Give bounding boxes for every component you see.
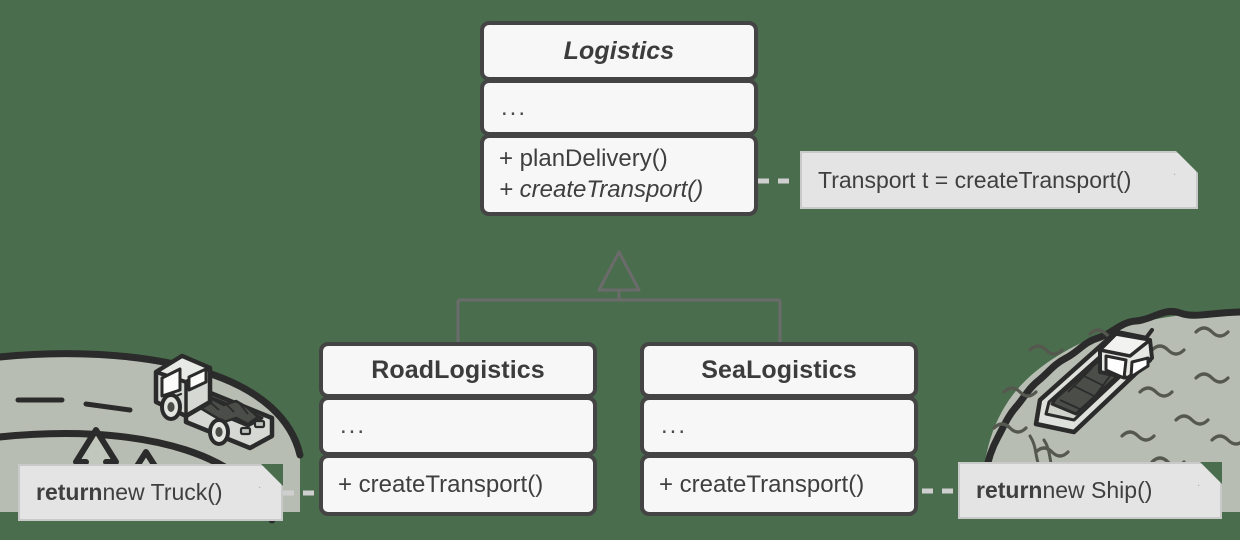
class-box-logistics[interactable]: Logistics ... + planDelivery() + createT… (480, 21, 758, 216)
class-name-label: Logistics (563, 36, 675, 65)
note-transport[interactable]: Transport t = createTransport() (800, 151, 1198, 209)
note-ship[interactable]: return new Ship() (958, 462, 1222, 519)
class-box-road-logistics[interactable]: RoadLogistics ... + createTransport() (319, 342, 597, 516)
class-operations-road-logistics: + createTransport() (319, 454, 597, 516)
class-name-label: SeaLogistics (701, 355, 857, 384)
class-operations-sea-logistics: + createTransport() (640, 454, 918, 516)
note-keyword-return: return (976, 477, 1043, 503)
operation-create-transport: + createTransport() (338, 470, 544, 498)
class-name-road-logistics: RoadLogistics (319, 342, 597, 398)
class-name-logistics: Logistics (480, 21, 758, 81)
operation-create-transport: + createTransport() (659, 470, 865, 498)
class-box-sea-logistics[interactable]: SeaLogistics ... + createTransport() (640, 342, 918, 516)
generalization-connectors (456, 250, 782, 342)
operation-create-transport: + createTransport() (499, 176, 704, 203)
note-text: new Ship() (1042, 477, 1153, 503)
class-attributes-logistics: ... (480, 79, 758, 136)
class-name-sea-logistics: SeaLogistics (640, 342, 918, 398)
uml-diagram-canvas: Logistics ... + planDelivery() + createT… (0, 0, 1240, 540)
attributes-label: ... (661, 412, 688, 439)
note-fold-corner-icon (1176, 151, 1198, 173)
operation-plan-delivery: + planDelivery() (499, 145, 668, 173)
note-fold-corner-icon (1200, 462, 1222, 484)
class-operations-logistics: + planDelivery() + createTransport() (480, 134, 758, 216)
note-truck[interactable]: return new Truck() (18, 464, 283, 521)
note-keyword-return: return (36, 479, 103, 505)
note-text: new Truck() (102, 479, 223, 505)
attributes-label: ... (340, 412, 367, 439)
class-attributes-road-logistics: ... (319, 396, 597, 456)
attributes-label: ... (501, 93, 528, 121)
note-text: Transport t = createTransport() (818, 166, 1132, 193)
class-attributes-sea-logistics: ... (640, 396, 918, 456)
class-name-label: RoadLogistics (371, 355, 545, 384)
note-fold-corner-icon (261, 464, 283, 486)
